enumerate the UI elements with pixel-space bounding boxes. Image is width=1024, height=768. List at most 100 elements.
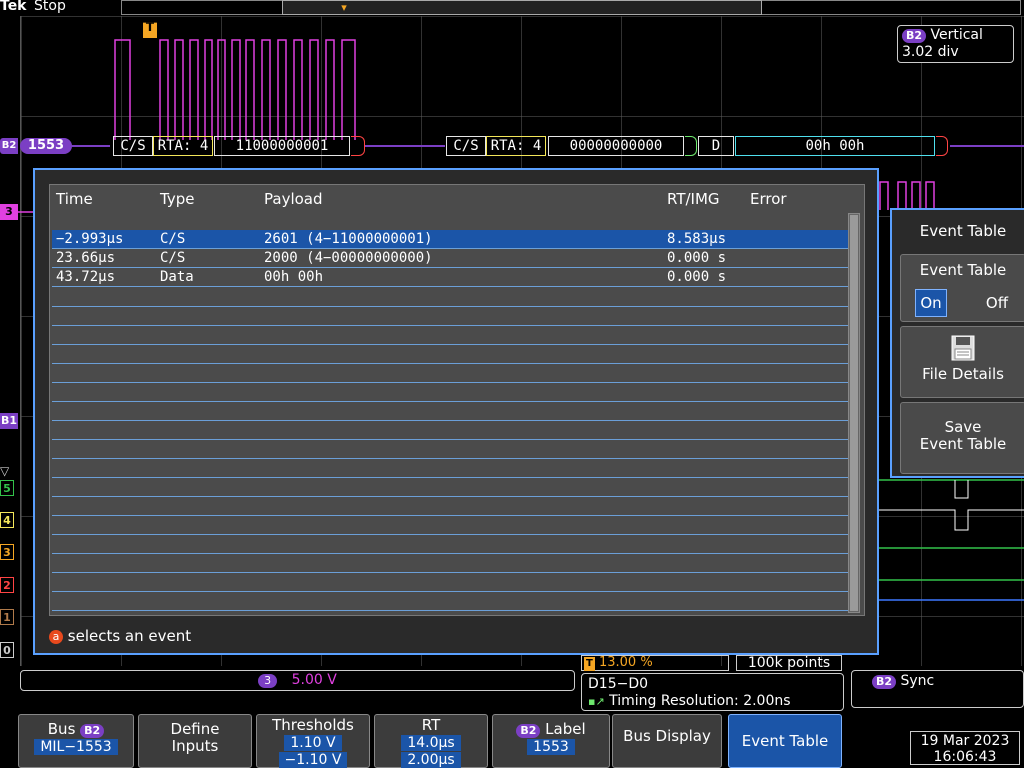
bus-button[interactable]: Bus B2 MIL−1553 xyxy=(18,714,134,768)
decode-value-1: 11000000001 xyxy=(214,136,350,156)
col-header-payload: Payload xyxy=(264,190,323,208)
acquisition-status: Stop xyxy=(34,0,66,14)
ch3-indicator[interactable]: 3 xyxy=(0,204,18,220)
date-text: 19 Mar 2023 xyxy=(920,733,1010,749)
threshold-value-1: 1.10 V xyxy=(284,735,342,751)
timing-readout[interactable]: D15−D0 ▪↗ Timing Resolution: 2.00ns xyxy=(581,673,844,711)
file-details-label: File Details xyxy=(922,365,1004,383)
thresholds-label: Thresholds xyxy=(272,716,354,734)
label-button[interactable]: B2 Label 1553 xyxy=(492,714,610,768)
digital-group-icon: ▽ xyxy=(0,464,10,478)
empty-row-divider xyxy=(52,439,848,440)
cell-type: C/S xyxy=(160,231,186,247)
ch3-scale-readout[interactable]: 3 5.00 V xyxy=(20,670,575,691)
empty-row-divider xyxy=(52,572,848,573)
brand-logo: Tek xyxy=(0,0,27,14)
table-row[interactable]: 23.66µs C/S 2000 (4−00000000000) 0.000 s xyxy=(52,249,848,268)
file-details-button[interactable]: File Details xyxy=(900,326,1024,398)
scrollbar-thumb[interactable] xyxy=(850,215,858,611)
empty-row-divider xyxy=(52,515,848,516)
empty-row-divider xyxy=(52,363,848,364)
col-header-error: Error xyxy=(750,190,787,208)
sync-readout[interactable]: B2 Sync xyxy=(851,670,1024,708)
event-table: Time Type Payload RT/IMG Error −2.993µs C… xyxy=(49,184,865,616)
digital-range: D15−D0 xyxy=(588,676,649,692)
digital-traces xyxy=(879,479,1024,581)
d1-indicator[interactable]: 1 xyxy=(0,609,14,625)
bus-badge: B2 xyxy=(80,724,105,738)
save-label-line2: Event Table xyxy=(919,435,1007,453)
empty-row-divider xyxy=(52,610,848,611)
cell-rt: 0.000 s xyxy=(667,269,727,285)
vertical-readout[interactable]: B2 Vertical 3.02 div xyxy=(897,25,1014,63)
event-table-button[interactable]: Event Table xyxy=(728,714,842,768)
toggle-on-option[interactable]: On xyxy=(915,289,947,317)
cell-rt: 8.583µs xyxy=(667,231,727,247)
digital-channel-icon: ▪↗ xyxy=(588,695,605,708)
ch3-scale-badge: 3 xyxy=(258,674,278,688)
rt-value-1: 14.0µs xyxy=(401,735,461,751)
empty-row-divider xyxy=(52,553,848,554)
record-view-window[interactable] xyxy=(282,0,762,15)
cell-time: −2.993µs xyxy=(56,231,124,247)
bus-display-button[interactable]: Bus Display xyxy=(612,714,722,768)
rt-button[interactable]: RT 14.0µs 2.00µs xyxy=(374,714,488,768)
cell-time: 23.66µs xyxy=(56,250,116,266)
cell-payload: 00h 00h xyxy=(264,269,324,285)
vertical-value: 3.02 div xyxy=(902,44,959,60)
label-value: 1553 xyxy=(527,739,575,755)
d2-indicator[interactable]: 2 xyxy=(0,577,14,593)
sync-badge: B2 xyxy=(872,675,897,689)
toggle-label: Event Table xyxy=(919,261,1007,279)
define-inputs-line1: Define xyxy=(170,720,220,738)
save-event-table-button[interactable]: Save Event Table xyxy=(900,402,1024,474)
d5-indicator[interactable]: 5 xyxy=(0,480,14,496)
empty-row-divider xyxy=(52,496,848,497)
trigger-badge-icon: T xyxy=(584,657,595,671)
b1-indicator[interactable]: B1 xyxy=(0,413,18,429)
define-inputs-button[interactable]: Define Inputs xyxy=(138,714,252,768)
empty-row-divider xyxy=(52,477,848,478)
cell-rt: 0.000 s xyxy=(667,250,727,266)
bus-value: MIL−1553 xyxy=(34,739,118,755)
date-time-readout[interactable]: 19 Mar 2023 16:06:43 xyxy=(910,731,1020,765)
table-row[interactable]: −2.993µs C/S 2601 (4−11000000001) 8.583µs xyxy=(52,230,848,249)
cell-type: Data xyxy=(160,269,194,285)
d0-indicator[interactable]: 0 xyxy=(0,642,14,658)
white-trace xyxy=(879,509,1024,531)
d4-indicator[interactable]: 4 xyxy=(0,512,14,528)
floppy-disk-icon xyxy=(951,335,975,361)
d3-indicator[interactable]: 3 xyxy=(0,544,14,560)
event-table-scrollbar[interactable] xyxy=(848,213,860,613)
empty-row-divider xyxy=(52,458,848,459)
table-row[interactable]: 43.72µs Data 00h 00h 0.000 s xyxy=(52,268,848,287)
thresholds-button[interactable]: Thresholds 1.10 V −1.10 V xyxy=(256,714,370,768)
define-inputs-line2: Inputs xyxy=(171,737,219,755)
timing-resolution: Timing Resolution: 2.00ns xyxy=(609,693,791,709)
sync-label: Sync xyxy=(900,673,935,689)
rt-value-2: 2.00µs xyxy=(401,752,461,768)
empty-row-divider xyxy=(52,325,848,326)
toggle-off-option[interactable]: Off xyxy=(979,289,1015,317)
col-header-rt-img: RT/IMG xyxy=(667,190,720,208)
decode-end-marker-3 xyxy=(936,136,948,156)
event-table-window: Time Type Payload RT/IMG Error −2.993µs C… xyxy=(33,168,879,655)
decode-data-value: 00h 00h xyxy=(735,136,935,156)
event-table-toggle[interactable]: Event Table On Off xyxy=(900,254,1024,322)
cell-time: 43.72µs xyxy=(56,269,116,285)
time-text: 16:06:43 xyxy=(933,749,997,765)
trigger-position-readout[interactable]: T 13.00 % xyxy=(581,655,729,671)
decode-cs-2: C/S xyxy=(446,136,486,156)
record-points-readout[interactable]: 100k points xyxy=(736,655,842,671)
bus-name-label[interactable]: 1553 xyxy=(20,138,72,154)
bus-b2-indicator[interactable]: B2 xyxy=(0,138,18,154)
cell-payload: 2601 (4−11000000001) xyxy=(264,231,433,247)
side-menu: Event Table Event Table On Off File Deta… xyxy=(890,208,1024,478)
vertical-bus-badge: B2 xyxy=(902,29,927,43)
event-table-hint: a selects an event xyxy=(49,626,191,646)
empty-row-divider xyxy=(52,382,848,383)
decode-rta-2: RTA: 4 xyxy=(486,136,546,156)
decode-value-2: 00000000000 xyxy=(548,136,684,156)
multipurpose-knob-a-icon: a xyxy=(49,630,63,644)
empty-row-divider xyxy=(52,591,848,592)
